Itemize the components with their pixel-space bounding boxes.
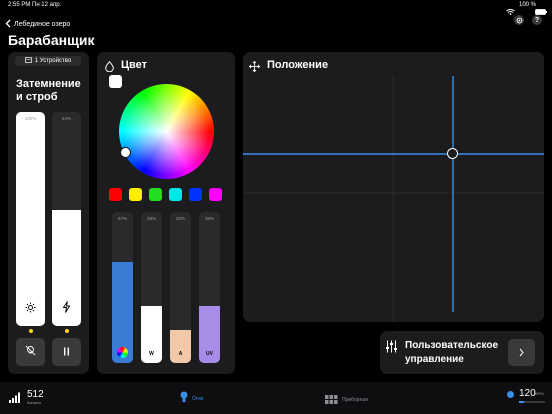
brightness-icon	[25, 300, 36, 318]
tab-console[interactable]: Приборная	[325, 391, 368, 409]
color-channel-label: UV	[206, 351, 213, 357]
color-swatch[interactable]	[109, 188, 122, 201]
battery-percent: 100 %	[519, 2, 537, 8]
position-title: Положение	[267, 59, 329, 71]
strobe-slider[interactable]: 54%	[52, 112, 81, 326]
color-wheel[interactable]	[119, 84, 214, 179]
color-swatch[interactable]	[189, 188, 202, 201]
bpm-unit: BPM	[535, 391, 544, 396]
position-pad[interactable]	[243, 76, 544, 322]
custom-control-label: Пользовательское управление	[405, 339, 498, 367]
color-channel-slider[interactable]: 38% UV	[199, 212, 220, 363]
color-title: Цвет	[121, 59, 148, 71]
color-channel-slider[interactable]: 67%	[112, 212, 133, 363]
channel-count: 512	[27, 389, 44, 400]
strobe-value: 54%	[61, 116, 71, 121]
bpm-progress	[519, 401, 545, 403]
status-date: Пн 12 апр.	[32, 2, 62, 8]
custom-control-open-button[interactable]	[508, 339, 535, 366]
custom-label-line1: Пользовательское	[405, 340, 499, 351]
dimmer-strobe-title: Затемнение и строб	[16, 78, 81, 104]
dimmer-value: 100%	[24, 116, 37, 121]
color-channel-value: 38%	[146, 216, 156, 221]
dimmer-slider[interactable]: 100%	[16, 112, 45, 326]
lightning-icon	[62, 300, 71, 318]
bpm-indicator-dot	[507, 391, 514, 398]
grid-icon	[325, 391, 338, 409]
devices-icon	[24, 57, 32, 65]
dimmer-fill	[16, 112, 45, 326]
blackout-button[interactable]	[16, 338, 45, 366]
bpm-value[interactable]: 120	[519, 388, 536, 399]
device-count-badge[interactable]: 1 Устройство	[15, 56, 81, 66]
color-channel-value: 22%	[175, 216, 185, 221]
page-title: Барабанщик	[8, 32, 95, 48]
custom-label-line2: управление	[405, 354, 464, 365]
color-channel-fill	[170, 329, 191, 363]
tab-console-label: Приборная	[342, 397, 368, 403]
strobe-indicator-dot	[65, 329, 69, 333]
signal-bars-icon	[9, 390, 21, 408]
color-channel-slider[interactable]: 22% A	[170, 212, 191, 363]
device-count-label: 1 Устройство	[34, 58, 72, 64]
color-channel-value: 38%	[204, 216, 214, 221]
current-color-swatch[interactable]	[109, 75, 122, 88]
position-handle[interactable]	[447, 148, 458, 159]
color-swatch[interactable]	[149, 188, 162, 201]
color-swatch[interactable]	[209, 188, 222, 201]
channel-count-label: Каналы	[27, 400, 42, 405]
gear-icon	[516, 11, 523, 29]
pause-button[interactable]	[52, 338, 81, 366]
color-swatch[interactable]	[129, 188, 142, 201]
move-icon	[248, 59, 261, 77]
color-swatch[interactable]	[169, 188, 182, 201]
wifi-icon	[506, 2, 515, 15]
color-channel-value: 67%	[117, 216, 127, 221]
tab-lights-label: Огни	[192, 396, 204, 402]
chevron-right-icon	[519, 344, 524, 362]
dimmer-indicator-dot	[29, 329, 33, 333]
settings-button[interactable]	[514, 15, 524, 25]
color-channel-slider[interactable]: 38% W	[141, 212, 162, 363]
rgb-wheel-icon	[117, 347, 128, 358]
color-channel-label: A	[178, 351, 183, 357]
pause-icon	[63, 343, 70, 361]
light-off-icon	[25, 343, 36, 361]
back-label: Лебединое озеро	[14, 20, 71, 28]
status-time: 2:55 PM	[8, 2, 31, 8]
tab-lights[interactable]: Огни	[180, 390, 203, 408]
bulb-icon	[180, 390, 188, 408]
chevron-left-icon	[5, 15, 11, 33]
bpm-progress-fill	[519, 401, 524, 403]
dimmer-title-line1: Затемнение	[16, 78, 81, 90]
color-channel-label: W	[149, 351, 154, 357]
dimmer-title-line2: и строб	[16, 91, 58, 103]
help-button[interactable]: ?	[532, 15, 542, 25]
color-wheel-handle[interactable]	[120, 147, 131, 158]
back-button[interactable]: Лебединое озеро	[5, 15, 70, 33]
sliders-icon	[385, 340, 398, 358]
question-icon: ?	[534, 16, 540, 24]
bottom-bar	[0, 382, 552, 414]
battery-icon	[535, 2, 547, 15]
